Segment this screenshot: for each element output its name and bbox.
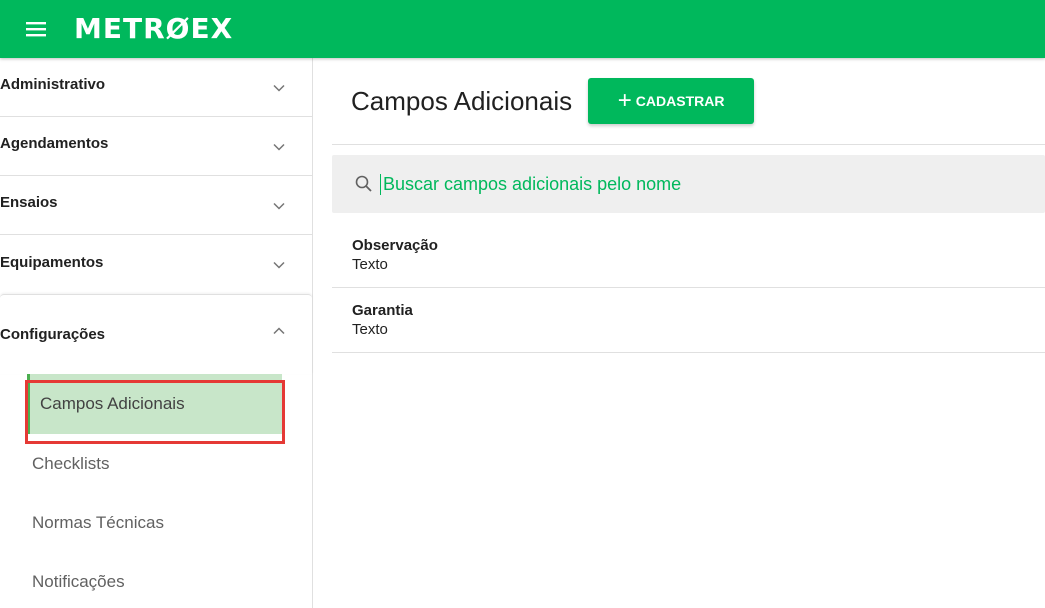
chevron-down-icon (273, 261, 285, 269)
sidebar-section-label: Agendamentos (0, 135, 109, 152)
sidebar-section-equipamentos[interactable]: Equipamentos (0, 235, 312, 294)
page-header: Campos Adicionais + CADASTRAR (332, 58, 1045, 145)
sidebar-section-label: Equipamentos (0, 253, 104, 271)
sidebar: Administrativo Agendamentos Ensaios Equi… (0, 58, 313, 608)
sidebar-section-administrativo[interactable]: Administrativo (0, 58, 312, 117)
chevron-down-icon (273, 84, 285, 92)
search-bar (332, 155, 1045, 213)
field-name: Garantia (352, 302, 413, 319)
page-title: Campos Adicionais (351, 85, 573, 116)
sidebar-item-campos-adicionais[interactable]: Campos Adicionais (27, 374, 282, 434)
list-item[interactable]: Observação Texto (332, 223, 1045, 288)
main-content: Campos Adicionais + CADASTRAR Observação… (332, 58, 1045, 608)
sidebar-section-configuracoes[interactable]: Configurações (0, 294, 312, 374)
search-input[interactable] (380, 173, 980, 195)
sidebar-section-label: Ensaios (0, 194, 58, 211)
add-button-label: CADASTRAR (635, 93, 725, 109)
sidebar-item-checklists[interactable]: Checklists (0, 434, 312, 493)
chevron-down-icon (273, 202, 285, 210)
sidebar-item-notificacoes[interactable]: Notificações (0, 552, 312, 608)
app-logo[interactable]: METRØEX (74, 15, 233, 43)
field-type: Texto (352, 321, 388, 338)
sidebar-section-label: Configurações (0, 326, 106, 343)
field-name: Observação (352, 237, 438, 254)
chevron-down-icon (273, 143, 285, 151)
sidebar-item-normas-tecnicas[interactable]: Normas Técnicas (0, 493, 312, 552)
sidebar-section-ensaios[interactable]: Ensaios (0, 176, 312, 235)
hamburger-menu-button[interactable] (20, 13, 52, 45)
top-app-bar: METRØEX (0, 0, 1045, 58)
plus-icon: + (617, 87, 632, 114)
field-type: Texto (352, 256, 388, 273)
sidebar-section-agendamentos[interactable]: Agendamentos (0, 117, 312, 176)
chevron-up-icon (273, 327, 285, 335)
list-item[interactable]: Garantia Texto (332, 288, 1045, 353)
sidebar-section-label: Administrativo (0, 76, 106, 93)
search-icon (355, 175, 372, 192)
menu-icon (26, 22, 46, 37)
add-button[interactable]: + CADASTRAR (588, 78, 755, 124)
